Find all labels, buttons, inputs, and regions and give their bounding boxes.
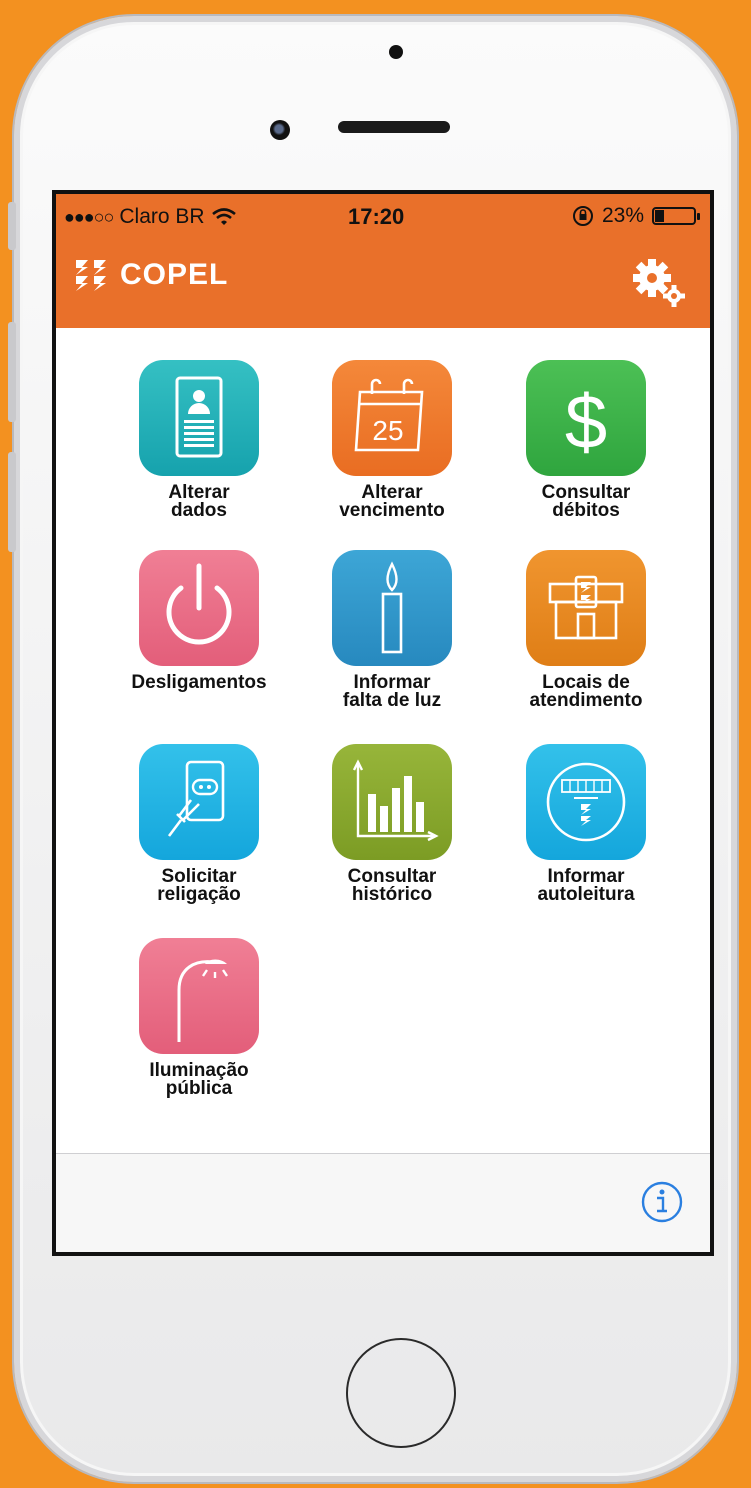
info-icon	[641, 1181, 683, 1223]
tile-alterar-dados[interactable]: Alterar dados	[104, 360, 294, 520]
gears-icon	[633, 259, 685, 307]
tile-label: Informar autoleitura	[537, 866, 635, 905]
power-icon	[166, 563, 232, 645]
tile-desligamentos[interactable]: Desligamentos	[104, 550, 294, 692]
dollar-icon: $	[565, 380, 607, 465]
tile-icon-bg	[139, 744, 259, 860]
battery-icon	[652, 207, 700, 225]
tile-consultar-historico[interactable]: Consultar histórico	[297, 744, 487, 904]
tile-icon-bg	[139, 360, 259, 476]
tile-label: Consultar histórico	[347, 866, 437, 905]
signal-strength: ●●●○○	[64, 206, 114, 227]
app-header: COPEL	[56, 238, 710, 328]
tile-informar-falta-de-luz[interactable]: Informar falta de luz	[297, 550, 487, 710]
document-person-icon	[175, 376, 223, 458]
tile-label: Informar falta de luz	[342, 672, 442, 711]
tile-label: Alterar dados	[168, 482, 230, 521]
tile-label: Iluminação pública	[149, 1060, 249, 1099]
services-grid: Alterar dados 25 Alterar vencimento $ Co…	[56, 328, 710, 1168]
settings-button[interactable]	[630, 254, 688, 310]
tile-icon-bg: 25	[332, 360, 452, 476]
app-screen: ●●●○○ Claro BR 17:20 23% COPEL Alterar d…	[52, 190, 714, 1256]
tile-alterar-vencimento[interactable]: 25 Alterar vencimento	[297, 360, 487, 520]
tile-label: Consultar débitos	[541, 482, 631, 521]
tile-label: Locais de atendimento	[529, 672, 643, 711]
bar-chart-icon	[352, 759, 439, 842]
meter-icon	[546, 762, 626, 842]
rotation-lock-icon	[572, 205, 594, 227]
tile-icon-bg	[332, 550, 452, 666]
tile-informar-autoleitura[interactable]: Informar autoleitura	[491, 744, 681, 904]
calendar-day: 25	[372, 415, 403, 446]
wifi-icon	[211, 207, 237, 227]
tile-icon-bg: $	[526, 360, 646, 476]
volume-up-button	[8, 322, 16, 422]
tile-label: Solicitar religação	[157, 866, 241, 905]
candle-icon	[381, 561, 403, 654]
front-camera	[270, 120, 290, 140]
plug-icon	[167, 760, 225, 837]
tile-icon-bg	[526, 744, 646, 860]
store-icon	[548, 575, 624, 640]
bottom-toolbar	[56, 1153, 710, 1252]
tile-icon-bg	[139, 938, 259, 1054]
svg-text:$: $	[565, 380, 607, 465]
tile-icon-bg	[139, 550, 259, 666]
tile-icon-bg	[332, 744, 452, 860]
tile-icon-bg	[526, 550, 646, 666]
volume-down-button	[8, 452, 16, 552]
tile-label: Desligamentos	[131, 672, 267, 693]
info-button[interactable]	[640, 1180, 684, 1224]
earpiece-speaker	[338, 121, 450, 133]
home-button[interactable]	[346, 1338, 456, 1448]
tile-label: Alterar vencimento	[339, 482, 445, 521]
tile-consultar-debitos[interactable]: $ Consultar débitos	[491, 360, 681, 520]
status-bar: ●●●○○ Claro BR 17:20 23%	[56, 194, 710, 238]
tile-locais-de-atendimento[interactable]: Locais de atendimento	[491, 550, 681, 710]
app-title: COPEL	[120, 258, 229, 291]
status-time: 17:20	[348, 204, 405, 229]
carrier-name: Claro BR	[119, 205, 205, 228]
calendar-icon: 25	[354, 378, 424, 452]
street-light-icon	[177, 959, 228, 1042]
copel-logo	[74, 258, 108, 292]
mute-switch	[8, 202, 16, 250]
proximity-sensor	[389, 45, 403, 59]
tile-solicitar-religacao[interactable]: Solicitar religação	[104, 744, 294, 904]
battery-percent: 23%	[601, 204, 644, 227]
battery-level	[655, 210, 664, 222]
tile-iluminacao-publica[interactable]: Iluminação pública	[104, 938, 294, 1098]
